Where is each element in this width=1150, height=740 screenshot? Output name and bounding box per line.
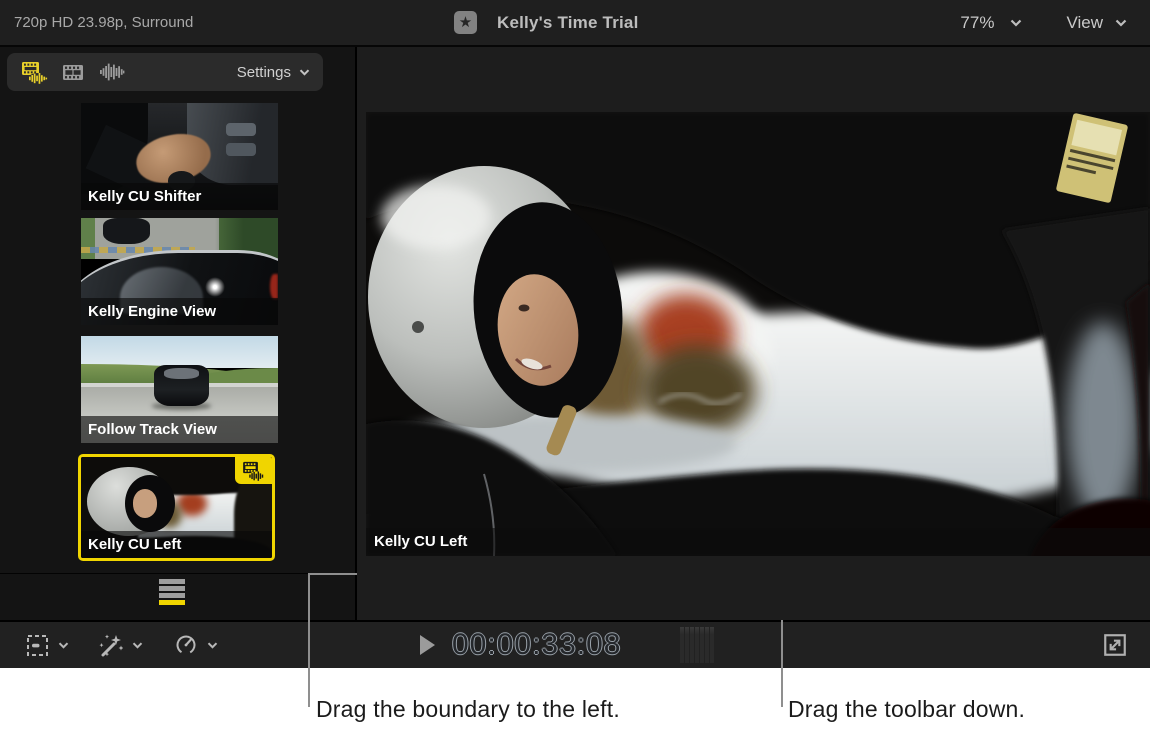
video-only-icon [62, 64, 84, 81]
view-label: View [1066, 13, 1103, 33]
overlays-icon [26, 634, 49, 657]
viewer-overlays-dropdown[interactable] [26, 622, 69, 668]
retime-dropdown[interactable] [174, 622, 218, 668]
timecode-display[interactable]: 00:00:33:08 [452, 622, 621, 668]
meter-bar [695, 627, 699, 663]
favorite-star-button[interactable]: ★ [454, 11, 477, 34]
chevron-down-icon [132, 642, 143, 649]
project-title-group: ★ Kelly's Time Trial [454, 0, 639, 45]
star-icon: ★ [459, 14, 472, 31]
viewer-bottom-toolbar: 00:00:33:08 [0, 620, 1150, 668]
thumbnail-label: Follow Track View [81, 416, 278, 443]
audio-only-icon [99, 62, 125, 82]
meter-bar [685, 627, 689, 663]
display-mode-audio-only-button[interactable] [98, 60, 126, 84]
viewer-panel: Kelly CU Left [357, 47, 1150, 620]
expand-icon [1102, 632, 1128, 658]
bank-row [159, 593, 185, 598]
magic-wand-icon [98, 633, 123, 658]
callout-text-toolbar: Drag the toolbar down. [788, 696, 1025, 723]
bank-row-active [159, 600, 185, 605]
thumbnail-label: Kelly Engine View [81, 298, 278, 325]
thumbnail-label: Kelly CU Shifter [81, 183, 278, 210]
callout-line-boundary-horizontal [308, 573, 357, 575]
viewer-header-controls: 77% View [960, 0, 1127, 45]
active-angle-badge [235, 457, 272, 484]
chevron-down-icon [299, 69, 310, 76]
annotation-area: Drag the boundary to the left. Drag the … [0, 668, 1150, 740]
zoom-level-value: 77% [960, 13, 994, 33]
callout-text-boundary: Drag the boundary to the left. [316, 696, 620, 723]
play-button[interactable] [420, 635, 435, 655]
settings-dropdown[interactable]: Settings [237, 64, 310, 81]
project-title: Kelly's Time Trial [497, 13, 639, 33]
viewer-top-bar: 720p HD 23.98p, Surround ★ Kelly's Time … [0, 0, 1150, 47]
project-format-label: 720p HD 23.98p, Surround [14, 0, 193, 45]
meter-bar [690, 627, 694, 663]
chevron-down-icon [1010, 19, 1022, 27]
bank-row [159, 586, 185, 591]
display-mode-video-only-button[interactable] [59, 60, 87, 84]
display-mode-video-audio-button[interactable] [20, 60, 48, 84]
zoom-level-dropdown[interactable]: 77% [960, 13, 1022, 33]
meter-bar [710, 627, 714, 663]
video-audio-icon [21, 61, 48, 84]
video-angle-label-bar: Kelly CU Left [366, 528, 1150, 556]
speedometer-icon [174, 633, 198, 657]
bank-selector-button[interactable] [158, 578, 186, 608]
enhancements-dropdown[interactable] [98, 622, 143, 668]
bank-separator [0, 573, 355, 574]
angle-viewer-panel: Settings Kelly CU Shifter Kelly Engine V… [0, 47, 357, 620]
chevron-down-icon [1115, 19, 1127, 27]
meter-bar [705, 627, 709, 663]
fcp-window: 720p HD 23.98p, Surround ★ Kelly's Time … [0, 0, 1150, 740]
chevron-down-icon [58, 642, 69, 649]
expand-fullscreen-button[interactable] [1102, 632, 1128, 661]
settings-label: Settings [237, 64, 291, 81]
angle-viewer-toolbar: Settings [7, 53, 323, 91]
video-image-kelly-cu-left [366, 112, 1150, 556]
angle-thumbnail-kelly-engine-view[interactable]: Kelly Engine View [81, 218, 278, 325]
meter-bar [680, 627, 684, 663]
angle-thumbnail-follow-track-view[interactable]: Follow Track View [81, 336, 278, 443]
video-frame[interactable]: Kelly CU Left [366, 112, 1150, 556]
meter-bar [700, 627, 704, 663]
chevron-down-icon [207, 642, 218, 649]
callout-line-toolbar-vertical [781, 620, 783, 707]
callout-line-boundary-vertical [308, 573, 310, 707]
angle-thumbnail-kelly-cu-left-selected[interactable]: Kelly CU Left [78, 454, 275, 561]
thumbnail-label: Kelly CU Left [81, 531, 272, 558]
video-angle-label: Kelly CU Left [366, 528, 1150, 556]
bank-row [159, 579, 185, 584]
angle-thumbnail-kelly-cu-shifter[interactable]: Kelly CU Shifter [81, 103, 278, 210]
audio-meters[interactable] [680, 627, 714, 663]
view-dropdown[interactable]: View [1066, 13, 1127, 33]
video-audio-badge-icon [241, 461, 267, 481]
